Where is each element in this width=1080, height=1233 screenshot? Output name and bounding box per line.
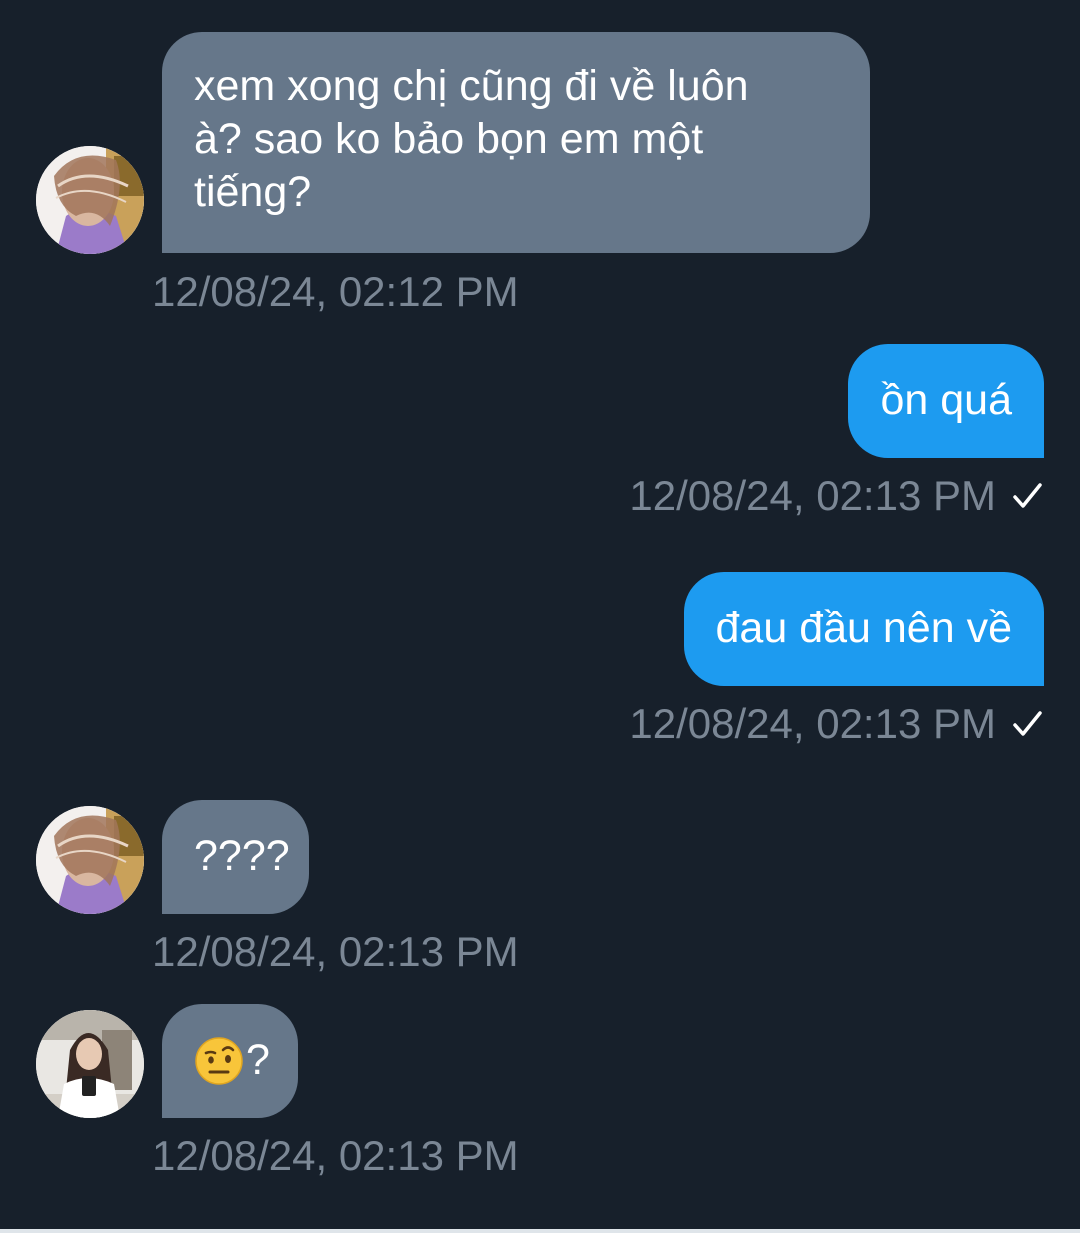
message-text: xem xong chị cũng đi về luôn à? sao ko b…: [194, 62, 749, 216]
message-timestamp: 12/08/24, 02:13 PM: [629, 472, 996, 519]
message-text: ?: [246, 1036, 270, 1084]
avatar-image: [36, 1010, 144, 1118]
message-timestamp: 12/08/24, 02:13 PM: [152, 928, 519, 975]
message-timestamp-row: 12/08/24, 02:13 PM: [629, 472, 1044, 520]
message-timestamp-row: 12/08/24, 02:13 PM: [629, 700, 1044, 748]
message-timestamp: 12/08/24, 02:12 PM: [152, 268, 519, 315]
message-timestamp: 12/08/24, 02:13 PM: [152, 1132, 519, 1179]
message-bubble-incoming[interactable]: ?: [162, 1004, 298, 1118]
message-text: đau đầu nên về: [715, 604, 1013, 652]
check-icon: [1010, 709, 1044, 739]
message-timestamp: 12/08/24, 02:13 PM: [629, 700, 996, 747]
message-content: ?: [194, 1034, 270, 1087]
check-icon: [1010, 481, 1044, 511]
bottom-divider: [0, 1229, 1080, 1233]
sender-avatar[interactable]: [36, 1010, 144, 1118]
message-text: ????: [194, 832, 290, 880]
message-text: ồn quá: [880, 376, 1012, 424]
message-bubble-outgoing[interactable]: đau đầu nên về: [683, 572, 1044, 686]
sender-avatar[interactable]: [36, 146, 144, 254]
message-bubble-incoming[interactable]: xem xong chị cũng đi về luôn à? sao ko b…: [162, 32, 870, 253]
message-bubble-outgoing[interactable]: ồn quá: [848, 344, 1044, 458]
avatar-image: [36, 146, 144, 254]
avatar-image: [36, 806, 144, 914]
sender-avatar[interactable]: [36, 806, 144, 914]
face-with-raised-eyebrow-emoji: [194, 1036, 244, 1086]
message-bubble-incoming[interactable]: ????: [162, 800, 309, 914]
